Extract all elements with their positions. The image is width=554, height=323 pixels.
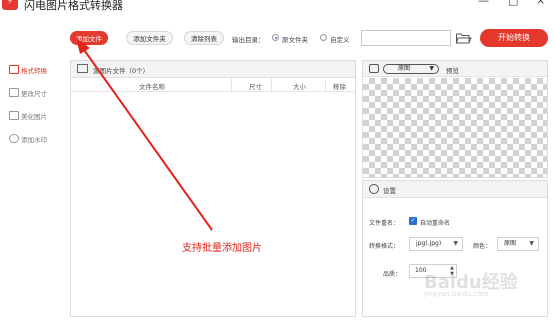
column-filesize[interactable]: 大小 <box>293 81 306 91</box>
column-divider <box>271 78 272 92</box>
preview-label: 预览 <box>446 67 459 75</box>
chevron-down-icon: ▼ <box>529 240 534 247</box>
preview-mode-select[interactable]: 原图 ▼ <box>383 64 439 74</box>
auto-rename-label: 自动重命名 <box>420 220 451 227</box>
app-title: 闪电图片格式转换器 <box>24 0 123 12</box>
maximize-button[interactable]: □ <box>508 0 518 7</box>
close-button[interactable]: × <box>536 0 545 7</box>
chevron-down-icon: ▼ <box>429 65 434 72</box>
sidebar-item-label: 格式转换 <box>21 67 47 75</box>
file-list-header: 源图片文件（0个） <box>71 61 355 78</box>
column-divider <box>231 78 232 92</box>
color-label: 颜色： <box>473 243 492 250</box>
file-list-title: 源图片文件（0个） <box>93 67 150 75</box>
settings-title: 设置 <box>383 187 396 195</box>
add-file-button[interactable]: 添加文件 <box>70 31 108 45</box>
preview-panel: 原图 ▼ 预览 <box>362 60 548 178</box>
app-logo-icon: ⚡ <box>2 0 18 10</box>
column-remove[interactable]: 移除 <box>333 81 346 91</box>
column-size[interactable]: 尺寸 <box>249 81 262 91</box>
file-list-panel: 源图片文件（0个） 文件名称 尺寸 大小 移除 <box>70 60 356 317</box>
clear-list-button[interactable]: 清除列表 <box>184 31 224 45</box>
output-dir-label: 输出目录： <box>232 36 265 44</box>
add-folder-button[interactable]: 添加文件夹 <box>126 31 173 45</box>
title-bar: ⚡ 闪电图片格式转换器 — □ × <box>0 0 554 14</box>
start-convert-button[interactable]: 开始转换 <box>480 29 548 47</box>
rename-label: 文件重名： <box>369 220 400 227</box>
radio-original-label: 原文件夹 <box>282 36 308 44</box>
quality-label: 品质： <box>383 271 402 278</box>
sidebar-item-format-convert[interactable]: 格式转换 <box>9 65 47 77</box>
file-list-columns: 文件名称 尺寸 大小 移除 <box>71 78 355 92</box>
sidebar-item-label: 更改尺寸 <box>21 90 47 98</box>
radio-custom[interactable] <box>320 34 327 41</box>
format-select[interactable]: jpg(.jpg) ▼ <box>409 237 463 251</box>
sidebar: 格式转换 更改尺寸 美化图片 添加水印 <box>0 55 62 315</box>
column-divider <box>325 78 326 92</box>
output-path-input[interactable] <box>361 30 451 46</box>
radio-custom-label: 自定义 <box>330 36 350 44</box>
gear-icon <box>369 184 379 194</box>
sidebar-item-label: 添加水印 <box>21 136 47 144</box>
radio-original-folder[interactable] <box>272 34 279 41</box>
watermark-icon <box>9 134 19 143</box>
beautify-icon <box>9 111 19 120</box>
sidebar-item-watermark[interactable]: 添加水印 <box>9 134 47 146</box>
preview-mode-value: 原图 <box>398 65 411 72</box>
toolbar: 添加文件 添加文件夹 清除列表 输出目录： 原文件夹 自定义 开始转换 <box>62 29 554 50</box>
convert-icon <box>9 65 19 74</box>
chevron-down-icon: ▼ <box>453 240 458 247</box>
format-value: jpg(.jpg) <box>416 240 442 247</box>
sidebar-item-resize[interactable]: 更改尺寸 <box>9 88 47 100</box>
browse-folder-button[interactable] <box>455 31 472 45</box>
eye-icon <box>369 64 379 73</box>
sidebar-item-label: 美化图片 <box>21 113 47 121</box>
preview-header: 原图 ▼ 预览 <box>363 61 547 77</box>
format-label: 转换格式： <box>369 243 400 250</box>
settings-header: 设置 <box>363 181 547 198</box>
color-select[interactable]: 原图 ▼ <box>497 237 539 251</box>
preview-canvas <box>363 78 547 177</box>
minimize-button[interactable]: — <box>478 0 489 7</box>
baidu-watermark-url: jingyan.baidu.com <box>424 290 489 298</box>
column-filename[interactable]: 文件名称 <box>139 81 165 91</box>
auto-rename-checkbox[interactable]: ✓ <box>409 217 417 225</box>
resize-icon <box>9 88 19 97</box>
sidebar-item-beautify[interactable]: 美化图片 <box>9 111 47 123</box>
color-value: 原图 <box>504 240 517 247</box>
folder-icon <box>455 33 472 44</box>
annotation-text: 支持批量添加图片 <box>182 243 262 254</box>
image-icon <box>77 64 88 73</box>
